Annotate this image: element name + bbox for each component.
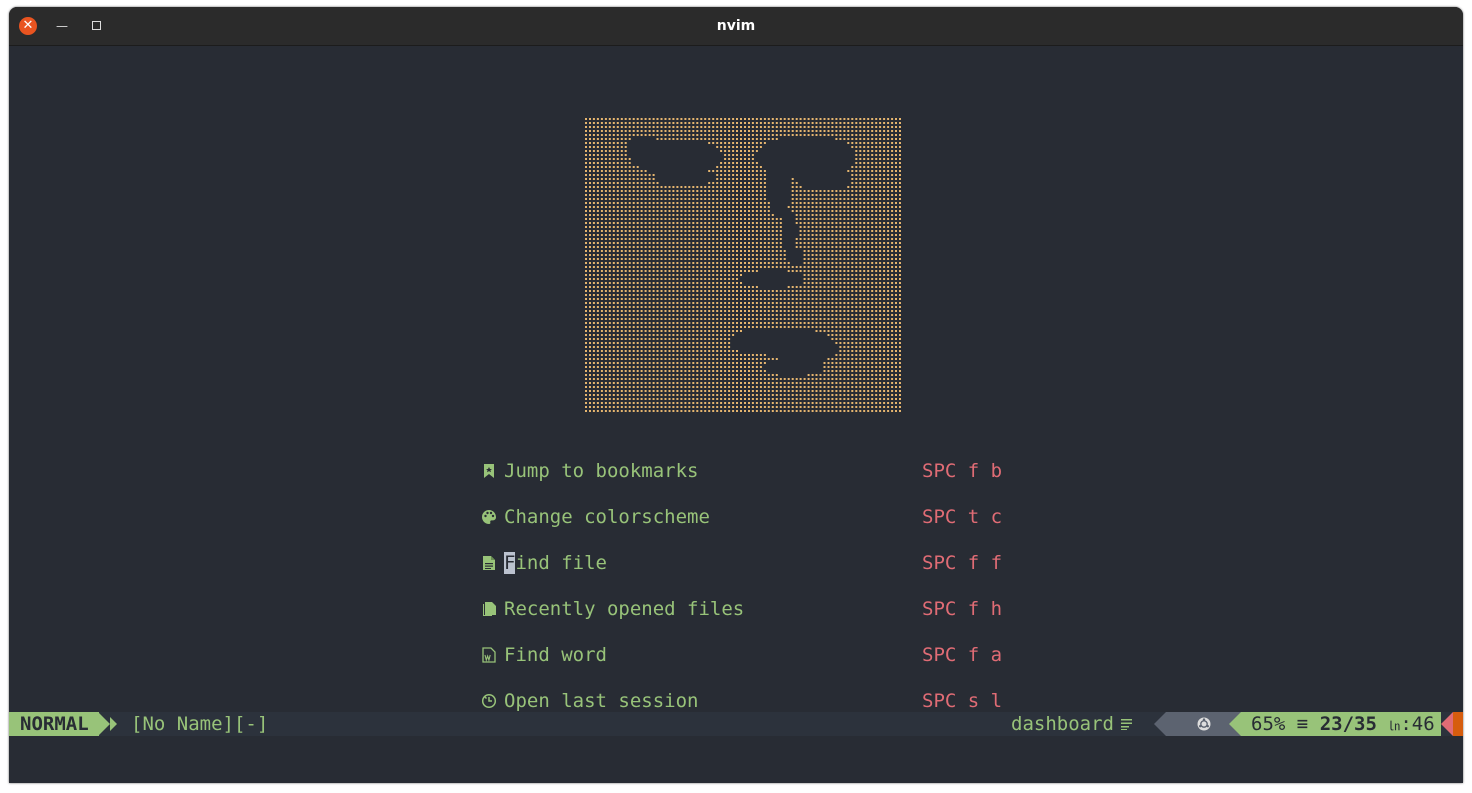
segment-separator (1441, 712, 1453, 736)
column-position: :46 (1400, 713, 1435, 735)
dashboard-item-shortcut: SPC t c (922, 506, 1003, 528)
dashboard-item-label: Recently opened files (504, 596, 744, 622)
dashboard-logo (584, 117, 902, 413)
end-segment (1453, 712, 1463, 736)
dashboard-item-label: Find file (504, 550, 607, 576)
dashboard-item-shortcut: SPC f b (922, 460, 1003, 482)
dashboard-item[interactable]: Recently opened files SPC f h (481, 596, 1011, 622)
mode-separator (98, 712, 110, 736)
dashboard-item-shortcut: SPC f a (922, 644, 1003, 666)
dashboard-item-shortcut: SPC f f (922, 552, 1003, 574)
bookmark-icon (484, 464, 494, 478)
dashboard-item-label: Change colorscheme (504, 504, 710, 530)
segment-separator (1154, 712, 1166, 736)
word-file-icon (482, 647, 496, 663)
title-bar: ✕ — nvim (9, 7, 1463, 46)
palette-icon (482, 510, 496, 524)
position-text: 65% ≡ 23/35 ㏑:46 (1251, 712, 1435, 738)
dashboard-item-label: Jump to bookmarks (504, 458, 698, 484)
dashboard-item-text: Find word (504, 644, 607, 666)
braille-art-face (585, 118, 901, 412)
editor-area[interactable]: Jump to bookmarks SPC f b Change colorsche… (9, 46, 1463, 712)
dashboard-item-text: Open last session (504, 690, 699, 712)
line-position: 23/35 (1319, 713, 1377, 735)
dashboard-item[interactable]: Jump to bookmarks SPC f b (481, 458, 1011, 484)
segment-separator (1229, 712, 1241, 736)
dashboard-item[interactable]: Open last session SPC s l (481, 688, 1011, 714)
dashboard-item-text: Recently opened files (504, 598, 745, 620)
dashboard-item-shortcut: SPC f h (922, 598, 1003, 620)
dashboard-item-text: Jump to bookmarks (504, 460, 699, 482)
statusline: NORMAL [No Name][-] dashboard 65% ≡ 23/3… (9, 712, 1463, 736)
text-cursor: F (504, 552, 516, 574)
position-segment: 65% ≡ 23/35 ㏑:46 (1241, 712, 1441, 736)
nvim-window: ✕ — nvim Jump to bookmarks SPC f b Change … (9, 7, 1463, 783)
dashboard-item[interactable]: Change colorscheme SPC t c (481, 504, 1011, 530)
dashboard-item-text: Change colorscheme (504, 506, 710, 528)
mode-indicator: NORMAL (9, 712, 99, 736)
ubuntu-icon (1197, 717, 1211, 731)
dashboard-item-text: ind file (515, 552, 607, 574)
lines-symbol: ≡ (1296, 713, 1309, 735)
lines-icon (1121, 719, 1132, 730)
column-symbol: ㏑ (1388, 719, 1401, 733)
filetype-label: dashboard (1011, 713, 1114, 735)
dashboard-item[interactable]: Find word SPC f a (481, 642, 1011, 668)
dashboard-item-shortcut: SPC s l (922, 690, 1003, 712)
session-icon (481, 693, 497, 709)
dashboard-item[interactable]: Find file SPC f f (481, 550, 1011, 576)
mode-separator-small (110, 717, 117, 731)
command-line[interactable] (9, 736, 1463, 783)
percent: 65% (1251, 713, 1286, 735)
window-title: nvim (716, 18, 756, 34)
dashboard-item-label: Find word (504, 642, 607, 668)
file-icon (483, 556, 495, 570)
buffer-name: [No Name][-] (131, 713, 269, 735)
files-icon (483, 602, 496, 616)
dashboard-item-label: Open last session (504, 688, 698, 714)
